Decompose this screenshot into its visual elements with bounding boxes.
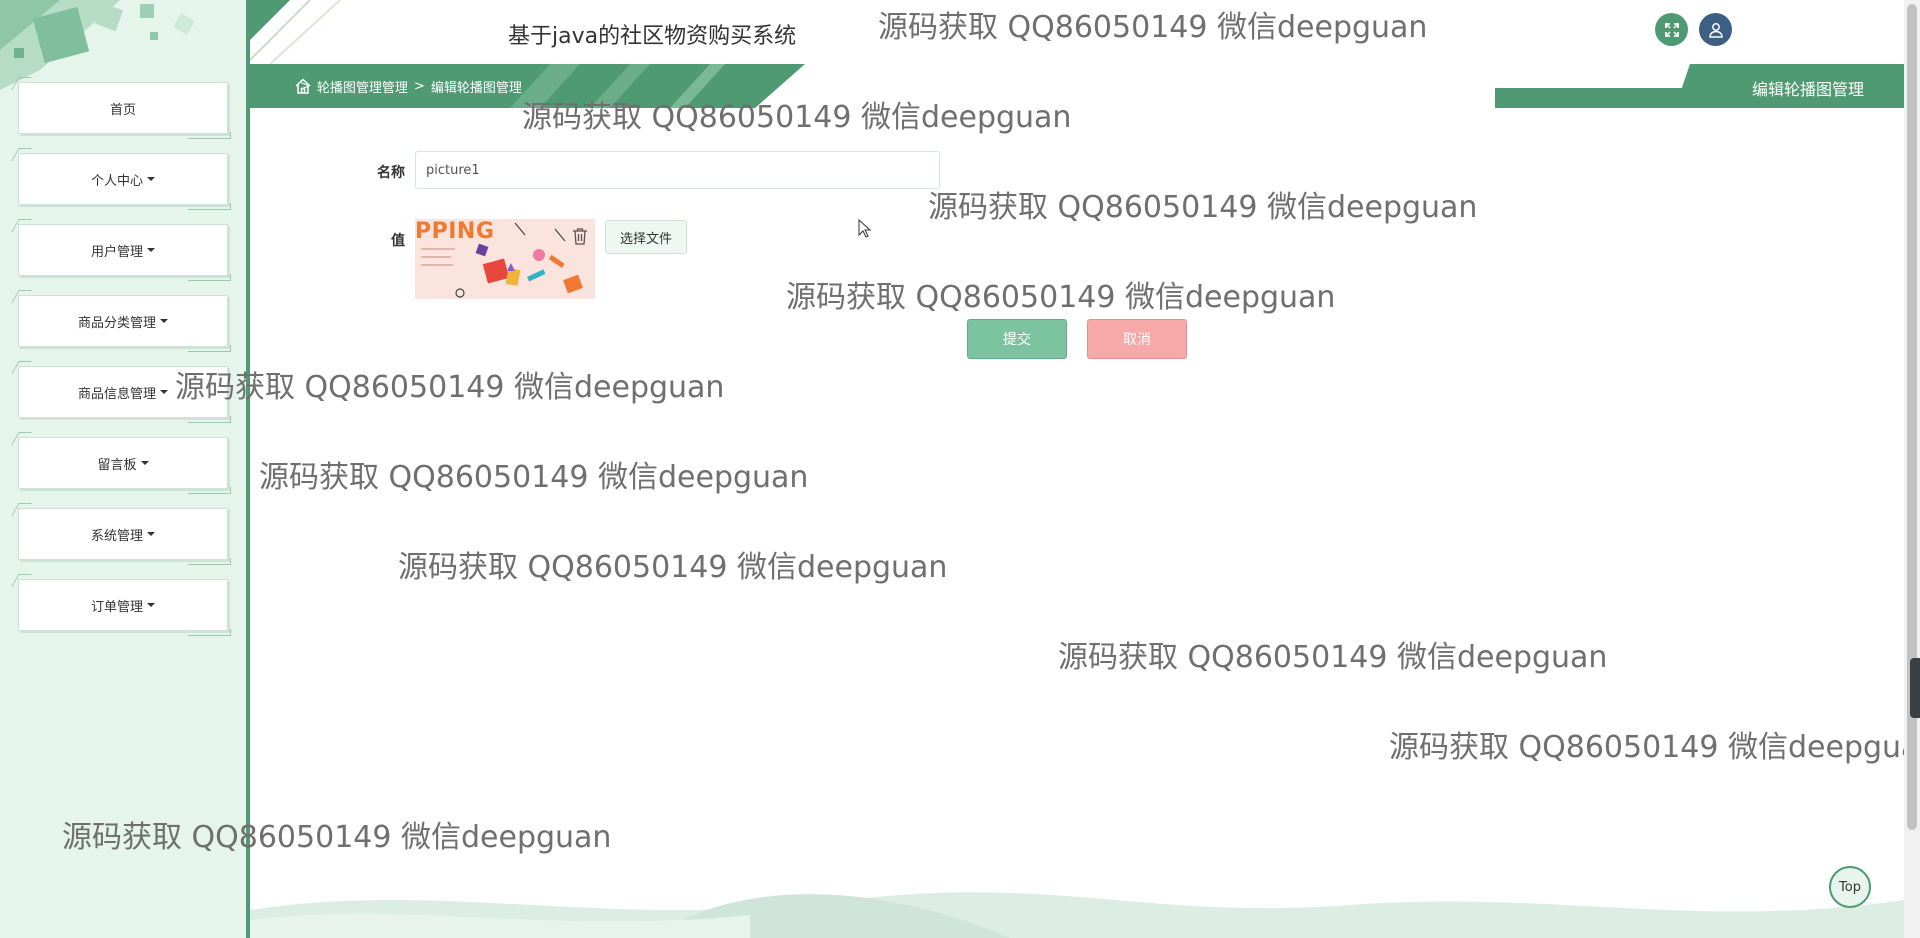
watermark: 源码获取 QQ86050149 微信deepguan [928, 190, 1478, 225]
caret-down-icon [147, 603, 155, 607]
side-panel-tab[interactable] [1910, 658, 1920, 718]
preview-banner-text: PPING [415, 219, 495, 244]
sidebar-item-system-management[interactable]: 系统管理 [18, 508, 231, 565]
caret-down-icon [160, 319, 168, 323]
choose-file-button[interactable]: 选择文件 [605, 220, 687, 254]
submit-button[interactable]: 提交 [967, 319, 1067, 359]
page-heading: 编辑轮播图管理 [1751, 80, 1864, 99]
breadcrumb: > 轮播图管理管理 > 编辑轮播图管理 [294, 77, 522, 96]
caret-down-icon [147, 248, 155, 252]
name-input[interactable] [415, 151, 940, 189]
watermark: 源码获取 QQ86050149 微信deepguan [259, 460, 809, 495]
trash-icon [573, 228, 587, 245]
sidebar-item-label: 系统管理 [90, 528, 143, 544]
delete-image-button[interactable] [567, 223, 593, 249]
name-label: 名称 [377, 165, 405, 181]
value-label: 值 [391, 233, 405, 249]
bottom-wave-decoration [250, 892, 1904, 938]
watermark: 源码获取 QQ86050149 微信deepguan [398, 550, 948, 585]
sidebar: 首页 个人中心 用户管理 商品分类管理 商品信息管理 留言板 系统管理 订单管理 [0, 0, 250, 938]
caret-down-icon [147, 177, 155, 181]
expand-icon [1664, 22, 1679, 37]
sidebar-decoration [0, 0, 195, 90]
breadcrumb-edit-carousel[interactable]: 编辑轮播图管理 [431, 77, 522, 96]
caret-down-icon [140, 461, 149, 465]
sidebar-item-label: 个人中心 [90, 173, 143, 189]
home-icon [295, 78, 311, 94]
mouse-cursor-icon [858, 219, 872, 238]
user-icon [1708, 22, 1723, 38]
watermark: 源码获取 QQ86050149 微信deepguan [1058, 640, 1608, 675]
sidebar-item-user-management[interactable]: 用户管理 [18, 224, 231, 281]
header-decoration [250, 0, 341, 64]
sidebar-item-label: 商品信息管理 [77, 386, 156, 402]
sidebar-item-label: 用户管理 [90, 244, 143, 260]
sidebar-item-category-management[interactable]: 商品分类管理 [18, 295, 231, 352]
watermark: 源码获取 QQ86050149 微信deepguan [1389, 730, 1904, 765]
sidebar-item-product-management[interactable]: 商品信息管理 [18, 366, 231, 423]
app-title: 基于java的社区物资购买系统 [508, 24, 797, 49]
back-to-top-button[interactable]: Top [1829, 866, 1871, 908]
sidebar-item-home[interactable]: 首页 [18, 82, 231, 139]
breadcrumb-carousel-management[interactable]: 轮播图管理管理 [317, 77, 408, 96]
sidebar-item-label: 留言板 [97, 457, 137, 473]
sidebar-item-label: 订单管理 [90, 599, 143, 615]
sidebar-item-label: 商品分类管理 [77, 315, 156, 331]
sidebar-item-message-board[interactable]: 留言板 [18, 437, 231, 494]
sidebar-item-order-management[interactable]: 订单管理 [18, 579, 231, 636]
top-header: 基于java的社区物资购买系统 [250, 0, 1904, 64]
watermark: 源码获取 QQ86050149 微信deepguan [175, 370, 725, 405]
breadcrumb-bar: > 轮播图管理管理 > 编辑轮播图管理 编辑轮播图管理 [250, 64, 1904, 108]
user-avatar-button[interactable] [1699, 13, 1732, 46]
page-scrollbar[interactable] [1904, 0, 1920, 938]
breadcrumb-separator: > [413, 79, 425, 94]
sidebar-item-personal-center[interactable]: 个人中心 [18, 153, 231, 210]
sidebar-menu: 首页 个人中心 用户管理 商品分类管理 商品信息管理 留言板 系统管理 订单管理 [18, 82, 231, 650]
caret-down-icon [147, 532, 155, 536]
cancel-button[interactable]: 取消 [1087, 319, 1187, 359]
fullscreen-button[interactable] [1655, 13, 1688, 46]
sidebar-item-label: 首页 [109, 102, 136, 118]
watermark: 源码获取 QQ86050149 微信deepguan [786, 280, 1336, 315]
caret-down-icon [160, 390, 168, 394]
